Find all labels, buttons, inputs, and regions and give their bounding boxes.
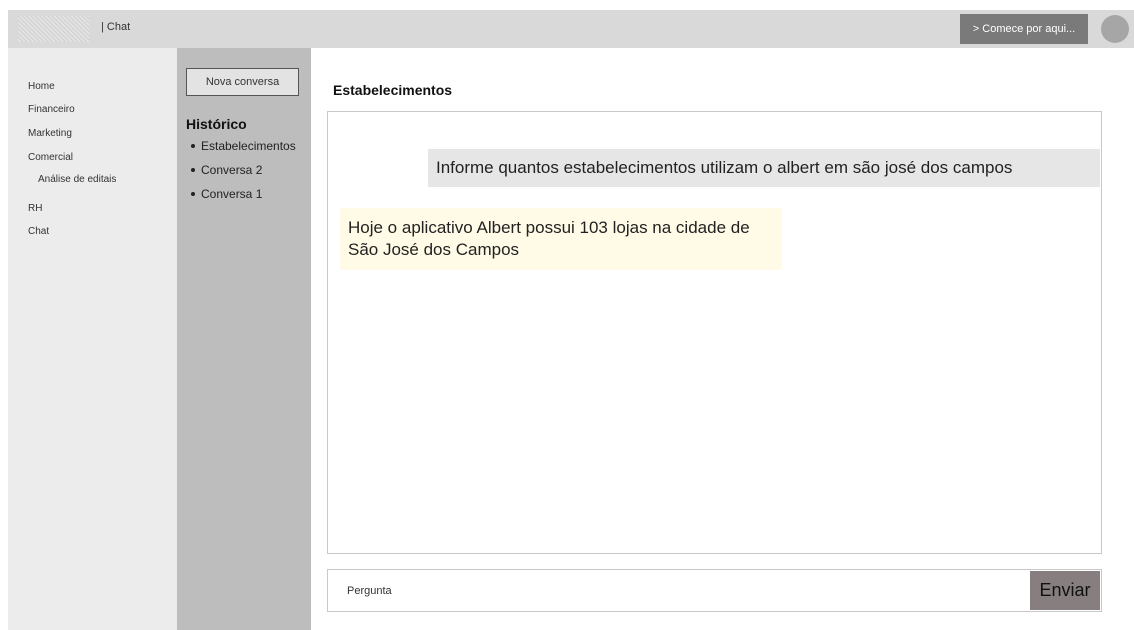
chat-title: Estabelecimentos [333,82,453,98]
sidebar-item-chat[interactable]: Chat [28,226,49,237]
history-item-conversa-2[interactable]: Conversa 2 [191,163,262,177]
history-item-label: Conversa 1 [201,187,263,201]
app-title: | Chat [101,21,131,33]
user-avatar-icon[interactable] [1101,15,1129,43]
sidebar-item-financeiro[interactable]: Financeiro [28,104,75,115]
bullet-icon [191,191,195,196]
new-conversation-button[interactable]: Nova conversa [186,68,299,96]
chat-messages-area[interactable]: Informe quantos estabelecimentos utiliza… [327,111,1102,554]
history-title: Histórico [186,116,247,132]
sidebar-item-analise-de-editais[interactable]: Análise de editais [38,174,116,185]
history-item-label: Estabelecimentos [201,139,296,153]
assistant-message: Hoje o aplicativo Albert possui 103 loja… [340,208,782,270]
send-button[interactable]: Enviar [1030,571,1100,610]
bullet-icon [191,143,195,148]
sidebar-item-rh[interactable]: RH [28,203,42,214]
history-panel: Nova conversa Histórico Estabelecimentos… [177,48,311,630]
start-here-button[interactable]: > Comece por aqui... [960,14,1088,44]
history-item-conversa-1[interactable]: Conversa 1 [191,187,262,201]
sidebar-nav: Home Financeiro Marketing Comercial Anál… [8,48,177,630]
top-bar: | Chat > Comece por aqui... [8,10,1134,48]
user-message: Informe quantos estabelecimentos utiliza… [428,149,1100,187]
history-item-estabelecimentos[interactable]: Estabelecimentos [191,139,296,153]
sidebar-item-home[interactable]: Home [28,81,55,92]
bullet-icon [191,167,195,172]
sidebar-item-marketing[interactable]: Marketing [28,128,72,139]
sidebar-item-comercial[interactable]: Comercial [28,152,73,163]
logo-placeholder-icon [18,16,89,42]
composer: Enviar [327,569,1102,612]
question-input[interactable] [328,570,1028,611]
history-item-label: Conversa 2 [201,163,263,177]
